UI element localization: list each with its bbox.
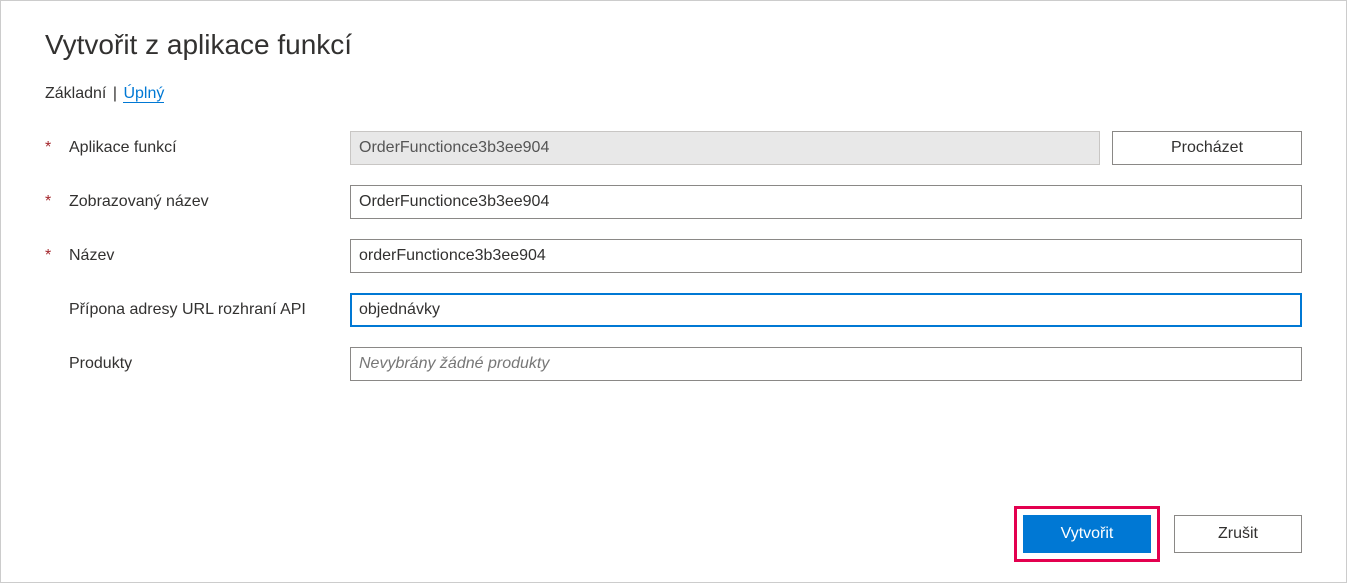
browse-button[interactable]: Procházet [1112,131,1302,165]
required-asterisk: * [45,248,69,264]
api-url-suffix-label: Přípona adresy URL rozhraní API [69,301,306,319]
display-name-input[interactable] [350,185,1302,219]
label-col: * Zobrazovaný název [45,193,350,211]
row-display-name: * Zobrazovaný název [45,185,1302,219]
api-url-suffix-input[interactable] [350,293,1302,327]
row-function-app: * Aplikace funkcí Procházet [45,131,1302,165]
label-col: * Produkty [45,355,350,373]
cancel-button[interactable]: Zrušit [1174,515,1302,553]
tab-separator: | [113,85,117,102]
input-col [350,185,1302,219]
input-col [350,239,1302,273]
input-col [350,293,1302,327]
dialog-footer: Vytvořit Zrušit [45,506,1302,562]
label-col: * Přípona adresy URL rozhraní API [45,301,350,319]
display-name-label: Zobrazovaný název [69,193,209,211]
function-app-input [350,131,1100,165]
label-col: * Název [45,247,350,265]
products-input[interactable] [350,347,1302,381]
create-button-highlight: Vytvořit [1014,506,1160,562]
required-asterisk: * [45,194,69,210]
create-from-function-app-dialog: Vytvořit z aplikace funkcí Základní | Úp… [0,0,1347,583]
name-label: Název [69,247,114,265]
products-label: Produkty [69,355,132,373]
input-col: Procházet [350,131,1302,165]
row-api-url-suffix: * Přípona adresy URL rozhraní API [45,293,1302,327]
row-products: * Produkty [45,347,1302,381]
dialog-title: Vytvořit z aplikace funkcí [45,29,1302,61]
view-tabs: Základní | Úplný [45,85,1302,103]
name-input[interactable] [350,239,1302,273]
form: * Aplikace funkcí Procházet * Zobrazovan… [45,131,1302,381]
input-col [350,347,1302,381]
tab-basic[interactable]: Základní [45,85,106,102]
row-name: * Název [45,239,1302,273]
tab-full[interactable]: Úplný [123,85,164,103]
function-app-label: Aplikace funkcí [69,139,177,157]
label-col: * Aplikace funkcí [45,139,350,157]
required-asterisk: * [45,140,69,156]
create-button[interactable]: Vytvořit [1023,515,1151,553]
